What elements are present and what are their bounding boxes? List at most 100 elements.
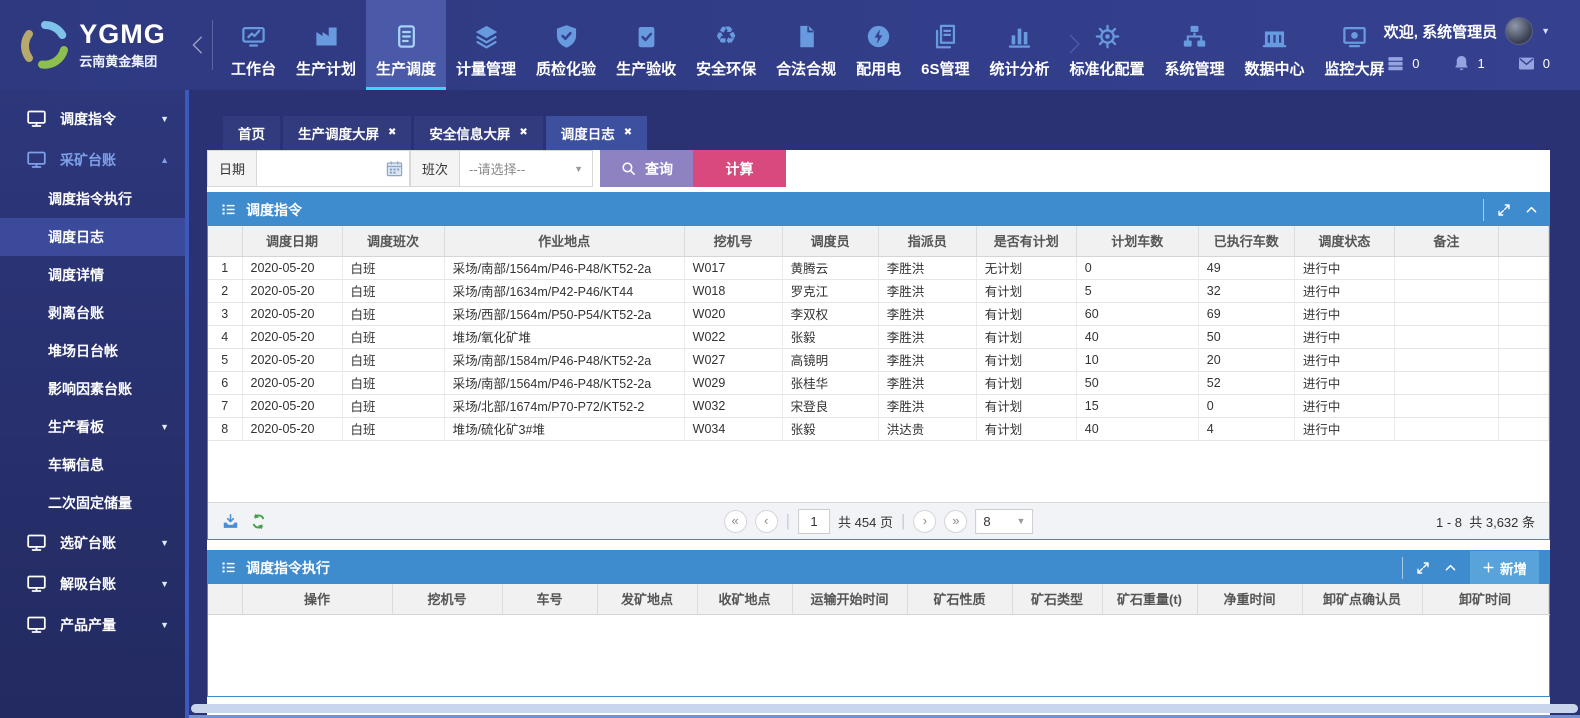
notification-badge[interactable]: 1	[1452, 54, 1485, 73]
top-nav-item[interactable]: 监控大屏	[1315, 0, 1395, 90]
dispatch-orders-table: 调度日期调度班次作业地点挖机号调度员指派员是否有计划计划车数已执行车数调度状态备…	[208, 226, 1549, 441]
table-cell: 张毅	[782, 325, 878, 348]
sidebar-sub-item[interactable]: 调度详情	[0, 256, 185, 294]
top-nav-item[interactable]: 6S管理	[911, 0, 979, 90]
table-row[interactable]: 62020-05-20白班采场/南部/1564m/P46-P48/KT52-2a…	[208, 371, 1549, 394]
collapse-panel-icon[interactable]	[1524, 202, 1539, 217]
mail-icon	[1517, 54, 1536, 73]
sidebar-sub-item[interactable]: 调度日志	[0, 218, 185, 256]
sidebar-collapse-icon[interactable]	[186, 0, 210, 90]
next-page-button[interactable]: ›	[913, 510, 936, 533]
sidebar-sub-item[interactable]: 二次固定储量	[0, 484, 185, 522]
table-cell: 高镜明	[782, 348, 878, 371]
sidebar-sub-item[interactable]: 车辆信息	[0, 446, 185, 484]
top-nav-item[interactable]: ♻安全环保	[686, 0, 766, 90]
prev-page-button[interactable]: ‹	[755, 510, 778, 533]
calendar-icon[interactable]	[385, 159, 404, 178]
top-nav-item[interactable]: 计量管理	[446, 0, 526, 90]
table-cell: 白班	[342, 371, 444, 394]
top-nav-item[interactable]: 数据中心	[1235, 0, 1315, 90]
sidebar-group-label: 解吸台账	[60, 574, 116, 594]
query-button[interactable]: 查询	[600, 150, 693, 187]
horizontal-scrollbar[interactable]	[191, 704, 1578, 713]
tab-item[interactable]: 首页	[223, 116, 280, 150]
date-input[interactable]	[257, 161, 385, 176]
table-cell: 7	[208, 394, 242, 417]
table-row[interactable]: 32020-05-20白班采场/西部/1564m/P50-P54/KT52-2a…	[208, 302, 1549, 325]
sidebar-sub-item[interactable]: 剥离台账	[0, 294, 185, 332]
table-cell: 20	[1198, 348, 1294, 371]
page-size-select[interactable]: 8 ▼	[975, 509, 1033, 534]
add-button[interactable]: 新增	[1470, 551, 1539, 584]
sidebar-group-item[interactable]: 调度指令▼	[0, 98, 185, 139]
sidebar-group-item[interactable]: 产品产量▼	[0, 604, 185, 645]
expand-icon[interactable]	[1496, 202, 1512, 218]
table-cell: 3	[208, 302, 242, 325]
sidebar-group-item[interactable]: 选矿台账▼	[0, 522, 185, 563]
first-page-button[interactable]: «	[724, 510, 747, 533]
sidebar-sub-item[interactable]: 影响因素台账	[0, 370, 185, 408]
top-nav-item[interactable]: 统计分析	[979, 0, 1059, 90]
tab-item[interactable]: 安全信息大屏✖	[414, 116, 542, 150]
column-header: 车号	[502, 584, 597, 614]
last-page-button[interactable]: »	[944, 510, 967, 533]
user-menu-caret-icon[interactable]: ▼	[1541, 26, 1550, 36]
table-cell	[1394, 325, 1498, 348]
notification-badge[interactable]: 0	[1517, 54, 1550, 73]
table-cell: 进行中	[1294, 394, 1394, 417]
table-cell: 有计划	[976, 279, 1076, 302]
top-nav-item[interactable]: 生产调度	[366, 0, 446, 90]
top-nav-item[interactable]: 生产验收	[606, 0, 686, 90]
top-nav-item-label: 工作台	[231, 58, 276, 79]
sidebar-group-item[interactable]: 解吸台账▼	[0, 563, 185, 604]
notification-badge[interactable]: 0	[1386, 54, 1419, 73]
download-icon[interactable]	[222, 513, 239, 530]
table-cell: 李胜洪	[878, 348, 976, 371]
top-nav-item[interactable]: 质检化验	[526, 0, 606, 90]
table-cell: 李胜洪	[878, 279, 976, 302]
page-number-input[interactable]	[798, 509, 830, 534]
table-row[interactable]: 52020-05-20白班采场/南部/1584m/P46-P48/KT52-2a…	[208, 348, 1549, 371]
datacenter-icon	[1261, 23, 1288, 50]
collapse-panel-icon[interactable]	[1443, 560, 1458, 575]
sidebar-sub-item[interactable]: 生产看板▼	[0, 408, 185, 446]
refresh-icon[interactable]	[250, 513, 267, 530]
table-row[interactable]: 12020-05-20白班采场/南部/1564m/P46-P48/KT52-2a…	[208, 256, 1549, 279]
table-row[interactable]: 82020-05-20白班堆场/硫化矿3#堆W034张毅洪达贵有计划404进行中	[208, 417, 1549, 440]
user-avatar[interactable]	[1505, 17, 1533, 45]
pagination-bar: « ‹ | 共 454 页 | › » 8 ▼	[208, 502, 1549, 539]
table-row[interactable]: 72020-05-20白班采场/北部/1674m/P70-P72/KT52-2W…	[208, 394, 1549, 417]
pager-divider: |	[786, 511, 790, 531]
top-nav-item[interactable]: 生产计划	[286, 0, 366, 90]
expand-icon[interactable]	[1415, 560, 1431, 576]
table-row[interactable]: 22020-05-20白班采场/南部/1634m/P42-P46/KT44W01…	[208, 279, 1549, 302]
tab-close-icon[interactable]: ✖	[624, 128, 632, 138]
table-cell: W018	[684, 279, 782, 302]
row-number-header	[208, 226, 242, 256]
tab-close-icon[interactable]: ✖	[388, 128, 396, 138]
table-cell: 2020-05-20	[242, 302, 342, 325]
column-header: 作业地点	[444, 226, 684, 256]
sidebar-group-item[interactable]: 采矿台账▲	[0, 139, 185, 180]
table-cell: 堆场/硫化矿3#堆	[444, 417, 684, 440]
top-nav-item[interactable]: 系统管理	[1155, 0, 1235, 90]
monitor-icon	[26, 108, 47, 129]
table-row[interactable]: 42020-05-20白班堆场/氧化矿堆W022张毅李胜洪有计划4050进行中	[208, 325, 1549, 348]
system-icon	[1181, 23, 1208, 50]
tab-item[interactable]: 生产调度大屏✖	[283, 116, 411, 150]
top-nav-item[interactable]: 标准化配置	[1060, 0, 1155, 90]
tab-active[interactable]: 调度日志✖	[546, 116, 647, 150]
shift-select[interactable]: --请选择-- ▼	[459, 150, 593, 187]
top-nav-item[interactable]: 工作台	[221, 0, 286, 90]
sidebar-sub-item[interactable]: 调度指令执行	[0, 180, 185, 218]
sidebar-sub-item[interactable]: 堆场日台帐	[0, 332, 185, 370]
select-caret-icon: ▼	[574, 164, 583, 174]
top-nav-item[interactable]: 配用电	[846, 0, 911, 90]
caret-down-icon: ▼	[160, 620, 169, 630]
acceptance-icon	[633, 23, 660, 50]
tab-close-icon[interactable]: ✖	[519, 128, 527, 138]
table-cell: 2	[208, 279, 242, 302]
table-cell: 52	[1198, 371, 1294, 394]
calc-button[interactable]: 计算	[693, 150, 786, 187]
top-nav-item[interactable]: 合法合规	[766, 0, 846, 90]
